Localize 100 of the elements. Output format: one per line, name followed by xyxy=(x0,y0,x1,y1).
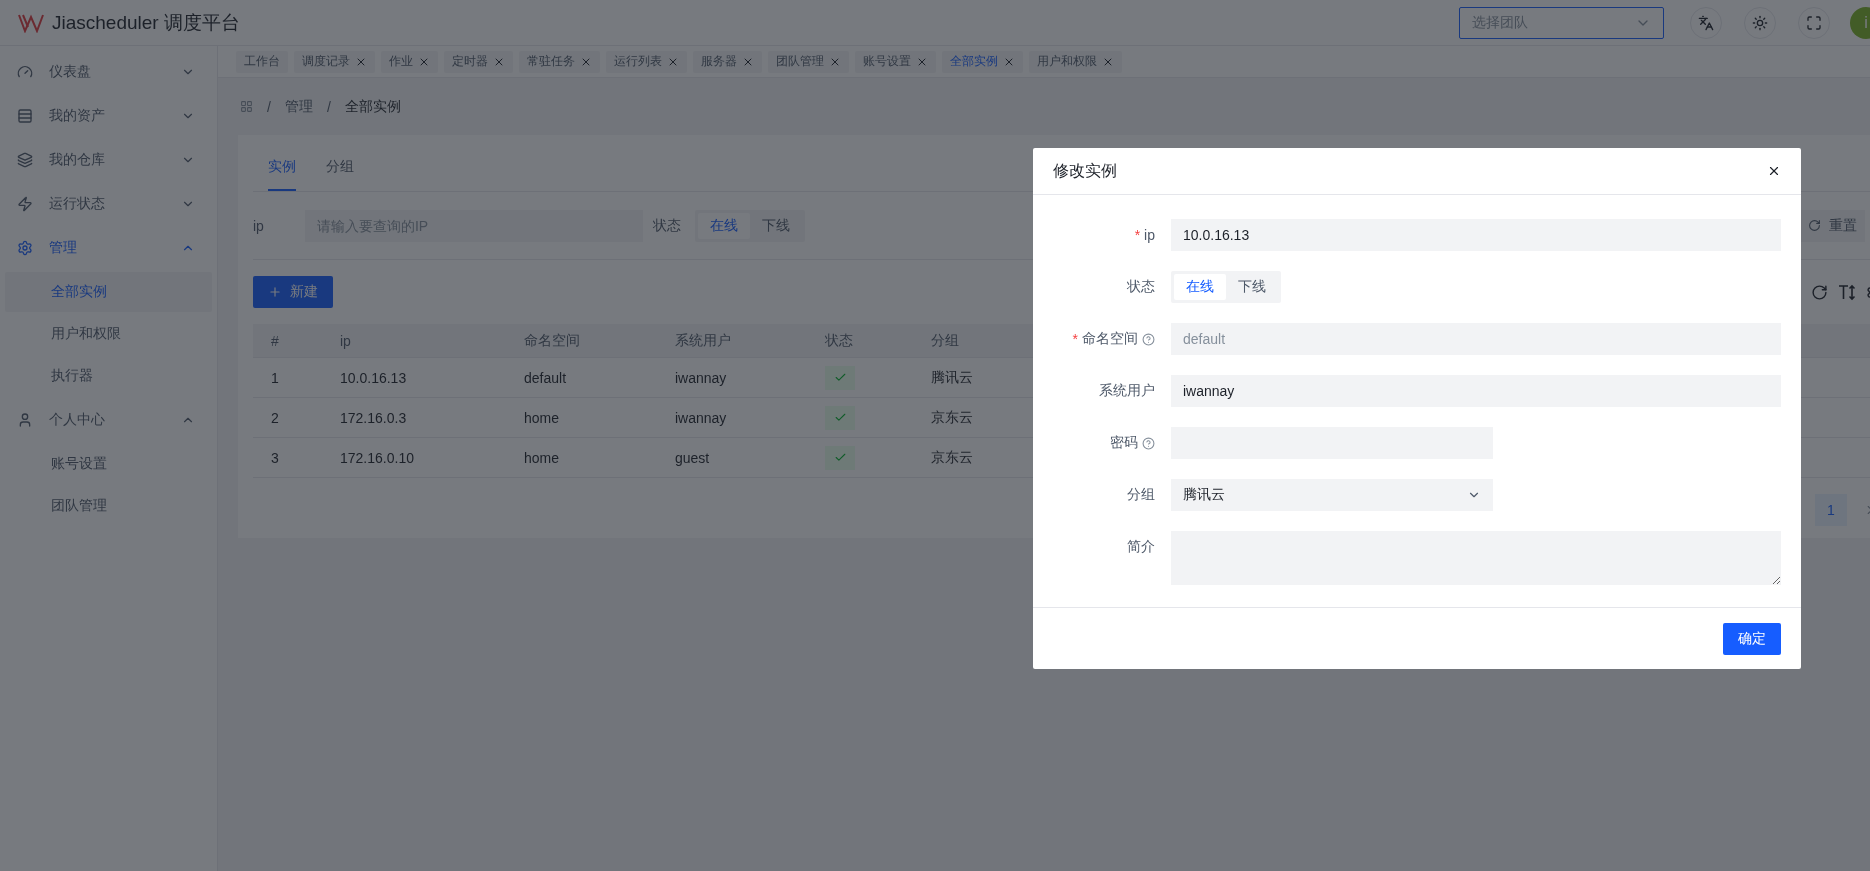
table-cell: 1 xyxy=(271,369,279,386)
table-cell: home xyxy=(524,449,560,466)
status-option[interactable]: 在线 xyxy=(1174,274,1226,300)
field-label: ip xyxy=(1144,227,1155,243)
tab-label: 服务器 xyxy=(701,53,737,70)
required-mark: * xyxy=(1072,331,1078,347)
column-header: 命名空间 xyxy=(524,331,580,350)
table-cell: 腾讯云 xyxy=(931,368,973,387)
page-tab[interactable]: 定时器 xyxy=(444,50,513,73)
content-tab[interactable]: 分组 xyxy=(326,145,354,191)
language-button[interactable] xyxy=(1690,6,1722,39)
user-icon xyxy=(17,412,33,428)
menu-item[interactable]: 个人中心 xyxy=(0,398,217,442)
confirm-button[interactable]: 确定 xyxy=(1723,622,1781,655)
text-field[interactable]: iwannay xyxy=(1171,375,1781,407)
refresh-icon[interactable] xyxy=(1811,283,1828,301)
breadcrumb-item[interactable]: 管理 xyxy=(284,97,313,116)
tab-label: 工作台 xyxy=(244,53,280,70)
filter-label: ip xyxy=(253,217,264,234)
dialog-title: 修改实例 xyxy=(1053,160,1117,181)
menu-item[interactable]: 我的仓库 xyxy=(0,138,217,182)
text-field[interactable]: 10.0.16.13 xyxy=(1171,219,1781,251)
tab-label: 常驻任务 xyxy=(527,53,575,70)
page-tab[interactable]: 团队管理 xyxy=(768,50,849,73)
menu-item[interactable]: 我的资产 xyxy=(0,94,217,138)
column-header: ip xyxy=(340,332,351,349)
submenu-item[interactable]: 团队管理 xyxy=(5,486,212,526)
tab-label: 调度记录 xyxy=(302,53,350,70)
tab-label: 全部实例 xyxy=(950,53,998,70)
page-tab[interactable]: 工作台 xyxy=(236,50,288,73)
translate-icon xyxy=(1698,14,1714,31)
page-button[interactable]: 1 xyxy=(1815,494,1847,526)
menu-item[interactable]: 运行状态 xyxy=(0,182,217,226)
menu-item[interactable]: 仪表盘 xyxy=(0,50,217,94)
reset-icon xyxy=(1808,219,1821,232)
tab-label: 定时器 xyxy=(452,53,488,70)
field-label: 简介 xyxy=(1127,538,1155,556)
new-button[interactable]: 新建 xyxy=(253,276,333,308)
menu-item[interactable]: 管理 xyxy=(0,226,217,270)
table-cell: 京东云 xyxy=(931,448,973,467)
submenu-item[interactable]: 全部实例 xyxy=(5,272,212,312)
table-cell: default xyxy=(524,369,567,386)
status-option[interactable]: 下线 xyxy=(1226,274,1278,300)
page-tab[interactable]: 常驻任务 xyxy=(519,50,600,73)
close-button[interactable] xyxy=(1767,164,1781,178)
app-title: Jiascheduler 调度平台 xyxy=(52,10,240,35)
sun-icon xyxy=(1752,14,1768,31)
field-label: 命名空间 xyxy=(1082,330,1138,348)
textarea-field[interactable] xyxy=(1171,531,1781,585)
field-label: 密码 xyxy=(1110,434,1138,452)
line-height-icon[interactable] xyxy=(1838,283,1856,301)
gauge-icon xyxy=(17,64,33,80)
logo-icon xyxy=(18,12,44,33)
plus-icon xyxy=(268,285,282,299)
page-tab[interactable]: 用户和权限 xyxy=(1029,50,1122,73)
column-header: 系统用户 xyxy=(675,331,731,350)
grid-icon xyxy=(240,100,253,113)
page-tab[interactable]: 服务器 xyxy=(693,50,762,73)
table-cell: 172.16.0.3 xyxy=(340,409,407,426)
status-option[interactable]: 下线 xyxy=(749,212,802,239)
filter-label: 状态 xyxy=(652,216,681,235)
column-header: 分组 xyxy=(931,331,959,350)
table-cell: guest xyxy=(675,449,710,466)
page-tab[interactable]: 调度记录 xyxy=(294,50,375,73)
column-header: 状态 xyxy=(825,331,853,350)
table-cell: 3 xyxy=(271,449,279,466)
table-cell: iwannay xyxy=(675,369,727,386)
table-cell: 2 xyxy=(271,409,279,426)
submenu-item[interactable]: 账号设置 xyxy=(5,444,212,484)
fullscreen-button[interactable] xyxy=(1798,6,1830,39)
table-cell: home xyxy=(524,409,560,426)
breadcrumb-separator: / xyxy=(326,98,331,115)
tab-label: 用户和权限 xyxy=(1037,53,1097,70)
tab-label: 运行列表 xyxy=(614,53,662,70)
select-value: 腾讯云 xyxy=(1183,486,1225,504)
theme-button[interactable] xyxy=(1744,6,1776,39)
select-field[interactable]: 腾讯云 xyxy=(1171,479,1493,511)
table-cell: iwannay xyxy=(675,409,727,426)
page-tab[interactable]: 作业 xyxy=(381,50,438,73)
text-field[interactable]: default xyxy=(1171,323,1781,355)
table-cell: 172.16.0.10 xyxy=(340,449,414,466)
field-label: 状态 xyxy=(1127,278,1155,296)
tab-label: 作业 xyxy=(389,53,413,70)
column-header: # xyxy=(271,332,279,349)
lightning-icon xyxy=(17,196,33,212)
layers-icon xyxy=(17,152,33,168)
required-mark: * xyxy=(1134,227,1141,243)
status-option[interactable]: 在线 xyxy=(697,212,750,239)
field-label: 分组 xyxy=(1127,486,1155,504)
breadcrumb-item[interactable]: 全部实例 xyxy=(344,97,401,116)
submenu-item[interactable]: 执行器 xyxy=(5,356,212,396)
content-tab[interactable]: 实例 xyxy=(268,145,296,191)
list-icon xyxy=(17,108,33,124)
page-tab[interactable]: 运行列表 xyxy=(606,50,687,73)
avatar[interactable]: i xyxy=(1850,6,1870,39)
page-tab[interactable]: 全部实例 xyxy=(942,50,1023,73)
settings-icon xyxy=(17,240,33,256)
submenu-item[interactable]: 用户和权限 xyxy=(5,314,212,354)
field-label: 系统用户 xyxy=(1099,382,1155,400)
table-cell: 10.0.16.13 xyxy=(340,369,407,386)
